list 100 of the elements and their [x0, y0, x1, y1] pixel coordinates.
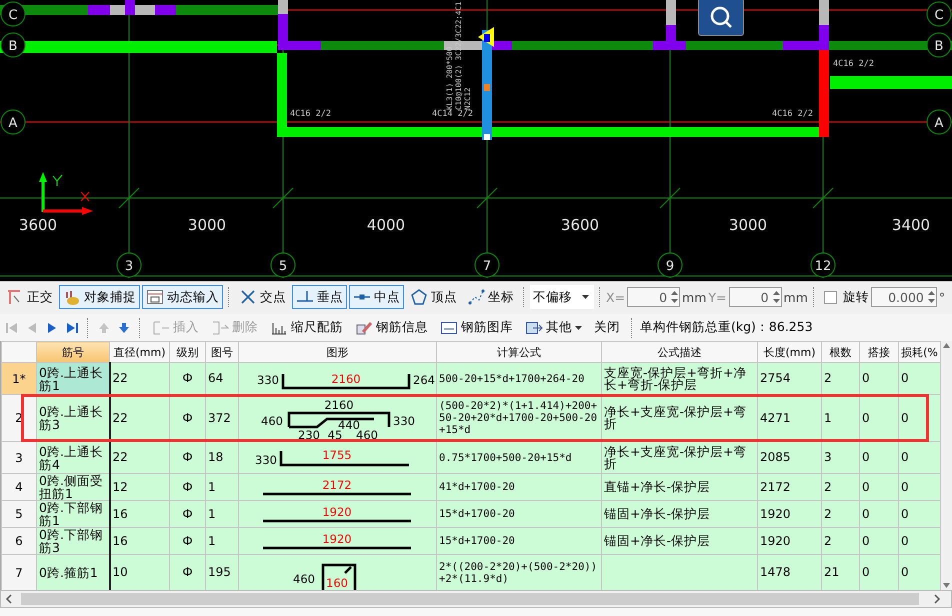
table-cell: Ф — [170, 362, 206, 394]
unit-label: mm — [784, 290, 808, 304]
spin-arrows-icon[interactable] — [772, 291, 780, 303]
snap-mode-button[interactable]: 正交 — [2, 285, 57, 309]
table-cell: 0跨.侧面受扭筋1 — [36, 474, 110, 500]
column-header[interactable]: 损耗(% — [898, 342, 940, 362]
dimension-label: 230 — [298, 428, 320, 440]
spin-arrows-icon[interactable] — [671, 291, 678, 303]
table-cell: 1 — [206, 528, 238, 554]
table-cell: 0 — [860, 528, 898, 554]
row-header[interactable]: 1* — [2, 362, 36, 394]
column-header[interactable]: 长度(mm) — [758, 342, 822, 362]
column-header[interactable]: 图号 — [206, 342, 238, 362]
snap-mode-button[interactable]: 动态输入 — [142, 285, 223, 309]
axis-bubble: 9 — [658, 252, 682, 278]
total-weight-label: 单构件钢筋总重(kg)：86.253 — [640, 319, 813, 336]
table-cell: 41*d+1700-20 — [436, 474, 602, 500]
table-cell: Ф — [170, 554, 206, 590]
snap-point-button[interactable]: 垂点 — [292, 285, 347, 309]
axis-bubble: C — [926, 2, 952, 26]
dimension-label: 330 — [255, 452, 277, 466]
table-cell: 64 — [206, 362, 238, 394]
spin-arrows-icon[interactable] — [928, 291, 935, 303]
angle-field[interactable]: 0.000 — [870, 287, 937, 307]
dimension-label: 330 — [257, 372, 279, 386]
table-cell: 0跨.上通长筋4 — [36, 442, 110, 474]
rebar-label: 4C16 2/2 — [772, 109, 813, 119]
snap-point-button[interactable]: 中点 — [349, 285, 404, 309]
image-icon — [440, 320, 458, 336]
snap-mode-button[interactable]: 对象捕捉 — [59, 285, 140, 309]
search-icon — [708, 4, 734, 30]
coordinate-axes-icon — [39, 172, 93, 215]
scroll-up-icon[interactable] — [943, 343, 950, 348]
dimension-label: 160 — [326, 576, 348, 590]
axis-bubble: 12 — [810, 252, 836, 278]
table-cell: 10 — [110, 554, 170, 590]
unit-label: mm — [682, 290, 706, 304]
scroll-right-icon[interactable] — [933, 594, 941, 604]
column-header[interactable]: 级别 — [170, 342, 206, 362]
y-field[interactable]: 0 — [728, 287, 782, 307]
column-header[interactable]: 直径(mm) — [110, 342, 170, 362]
axis-bubble: C — [0, 2, 26, 26]
close-button[interactable]: 关闭 — [590, 316, 624, 340]
row-header[interactable]: 7 — [2, 554, 36, 590]
search-button[interactable] — [698, 0, 744, 36]
snap-point-button[interactable]: 交点 — [235, 285, 290, 309]
offset-dropdown[interactable]: 不偏移 — [530, 285, 594, 309]
caret-icon — [582, 295, 589, 299]
table-cell: 2 — [822, 474, 860, 500]
table-cell: 0跨.箍筋1 — [36, 554, 110, 590]
toolbar-button[interactable]: 钢筋图库 — [436, 316, 517, 340]
dimension-label: 2160 — [324, 398, 354, 412]
column-header[interactable]: 计算公式 — [436, 342, 602, 362]
table-cell: 2 — [822, 500, 860, 528]
table-cell: 12 — [110, 474, 170, 500]
table-cell: 0跨.下部钢筋3 — [36, 528, 110, 554]
column-header[interactable]: 搭接 — [860, 342, 898, 362]
scroll-left-icon[interactable] — [5, 594, 13, 604]
row-header[interactable]: 5 — [2, 500, 36, 528]
column-header[interactable]: 公式描述 — [602, 342, 758, 362]
toolbar-button[interactable]: 钢筋信息 — [351, 316, 432, 340]
row-header[interactable]: 3 — [2, 442, 36, 474]
midpoint-icon — [353, 294, 371, 300]
toolbar-button[interactable]: 其他 — [521, 316, 586, 340]
column-header[interactable]: 根数 — [822, 342, 860, 362]
x-field[interactable]: 0 — [627, 287, 680, 307]
table-cell: 3 — [822, 442, 860, 474]
scroll-down-icon[interactable] — [943, 583, 950, 588]
table-cell: 16 — [110, 528, 170, 554]
rotate-checkbox[interactable] — [824, 290, 837, 304]
column-header[interactable]: 图形 — [238, 342, 436, 362]
snap-point-button[interactable]: 顶点 — [406, 285, 461, 309]
dimension-label: 1920 — [322, 505, 352, 519]
table-cell: 22 — [110, 442, 170, 474]
table-cell: 22 — [110, 362, 170, 394]
dimension-label: 460 — [261, 414, 283, 428]
toolbar-button[interactable]: 缩尺配筋 — [266, 316, 347, 340]
table-cell: 21 — [822, 554, 860, 590]
table-cell: 2 — [822, 362, 860, 394]
table-cell: 2172 — [758, 474, 822, 500]
table-cell: 锚固+净长-保护层 — [602, 528, 758, 554]
scrollbar-thumb[interactable] — [21, 593, 919, 605]
table-cell: 0 — [898, 442, 940, 474]
table-cell: Ф — [170, 474, 206, 500]
table-cell: 2085 — [758, 442, 822, 474]
axis-bubble: B — [926, 32, 952, 58]
dimension-label: 3000 — [188, 216, 226, 234]
column-header[interactable]: 筋号 — [36, 342, 110, 362]
table-cell: 18 — [206, 442, 238, 474]
row-header[interactable]: 4 — [2, 474, 36, 500]
table-cell: 2 — [822, 528, 860, 554]
snap-point-button[interactable]: 坐标 — [463, 285, 518, 309]
dimension-label: 3400 — [892, 216, 930, 234]
table-cell: 1920 — [758, 528, 822, 554]
rotate-label: 旋转 — [842, 288, 869, 306]
vertical-scrollbar[interactable] — [941, 341, 952, 590]
rebar-label: 4C16 2/2 — [290, 109, 331, 119]
delete-icon — [211, 320, 229, 336]
row-header[interactable]: 6 — [2, 528, 36, 554]
table-cell: 0跨.上通长筋1 — [36, 362, 110, 394]
